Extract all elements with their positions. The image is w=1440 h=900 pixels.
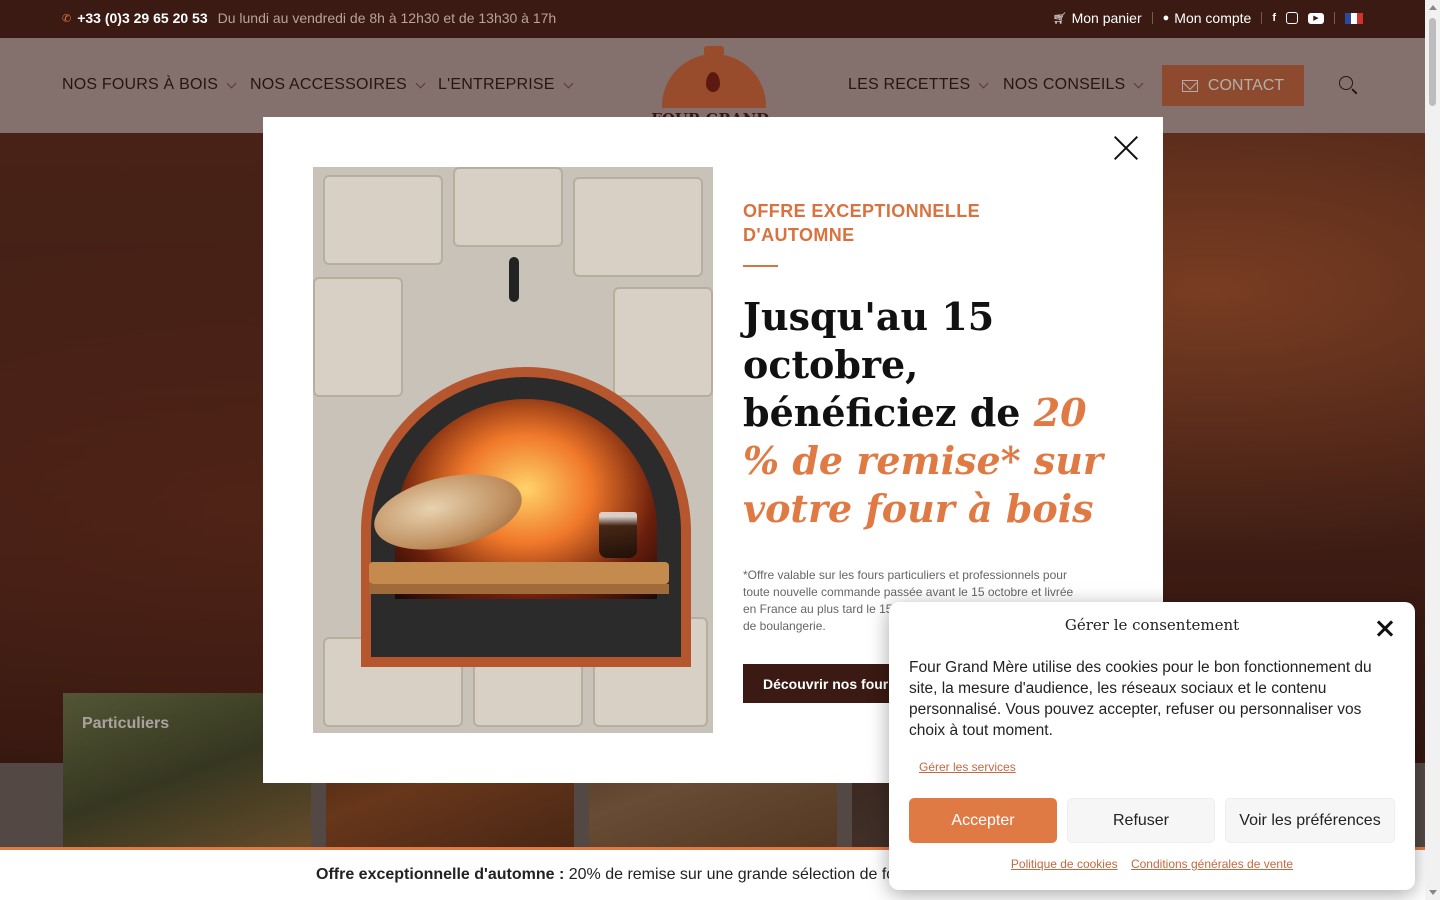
promo-title: Jusqu'au 15 octobre, bénéficiez de 20 % … xyxy=(743,293,1103,533)
divider xyxy=(1261,12,1263,24)
accept-button[interactable]: Accepter xyxy=(909,798,1057,843)
cookie-links: Politique de cookies Conditions générale… xyxy=(889,857,1415,871)
cart-icon: 🛒︎ xyxy=(1052,12,1067,25)
manage-services-link[interactable]: Gérer les services xyxy=(919,760,1016,774)
cookie-body: Four Grand Mère utilise des cookies pour… xyxy=(909,659,1372,739)
french-flag-icon[interactable] xyxy=(1345,12,1363,24)
account-link[interactable]: ● Mon compte xyxy=(1163,10,1252,26)
cart-label: Mon panier xyxy=(1071,10,1142,26)
facebook-icon[interactable]: f xyxy=(1272,12,1276,24)
announcement-body: 20% de remise sur une grande sélection d… xyxy=(564,866,910,883)
oven-photo xyxy=(313,167,713,733)
phone-info[interactable]: ✆ +33 (0)3 29 65 20 53 Du lundi au vendr… xyxy=(62,10,556,26)
phone-icon: ✆ xyxy=(62,12,72,25)
close-icon[interactable] xyxy=(1377,620,1393,636)
announcement-bold: Offre exceptionnelle d'automne : xyxy=(316,866,565,883)
scrollbar-thumb[interactable] xyxy=(1429,18,1436,106)
scroll-down-icon[interactable] xyxy=(1429,890,1437,895)
close-icon[interactable] xyxy=(1113,135,1139,161)
refuse-button[interactable]: Refuser xyxy=(1067,798,1215,843)
page-scrollbar[interactable] xyxy=(1425,0,1440,900)
divider xyxy=(1151,12,1153,24)
cookie-consent-dialog: Gérer le consentement Four Grand Mère ut… xyxy=(889,602,1415,890)
cookie-title: Gérer le consentement xyxy=(1064,616,1240,634)
announcement-text[interactable]: Offre exceptionnelle d'automne : 20% de … xyxy=(316,866,909,884)
terms-link[interactable]: Conditions générales de vente xyxy=(1131,857,1293,871)
opening-hours: Du lundi au vendredi de 8h à 12h30 et de… xyxy=(217,10,557,26)
top-bar-links: 🛒︎ Mon panier ● Mon compte f ▶ xyxy=(1053,10,1363,26)
promo-eyebrow: OFFRE EXCEPTIONNELLE D'AUTOMNE xyxy=(743,201,981,245)
oven-handle xyxy=(509,257,519,302)
promo-note-end: de boulangerie. xyxy=(743,619,826,633)
wooden-shelf xyxy=(369,562,669,584)
top-bar: ✆ +33 (0)3 29 65 20 53 Du lundi au vendr… xyxy=(0,0,1425,38)
phone-number[interactable]: +33 (0)3 29 65 20 53 xyxy=(77,10,207,26)
divider xyxy=(743,265,778,267)
account-label: Mon compte xyxy=(1174,10,1252,26)
divider xyxy=(1334,12,1335,24)
cart-link[interactable]: 🛒︎ Mon panier xyxy=(1053,10,1142,26)
instagram-icon[interactable] xyxy=(1286,12,1298,24)
scroll-up-icon[interactable] xyxy=(1429,5,1437,10)
preferences-button[interactable]: Voir les préférences xyxy=(1225,798,1395,843)
youtube-icon[interactable]: ▶ xyxy=(1308,12,1324,24)
cookie-policy-link[interactable]: Politique de cookies xyxy=(1011,857,1118,871)
promo-title-text: Jusqu'au 15 octobre, bénéficiez de xyxy=(743,294,1021,435)
wooden-shelf-edge xyxy=(369,584,669,594)
coffee-glass xyxy=(599,512,637,558)
user-icon: ● xyxy=(1162,12,1170,24)
